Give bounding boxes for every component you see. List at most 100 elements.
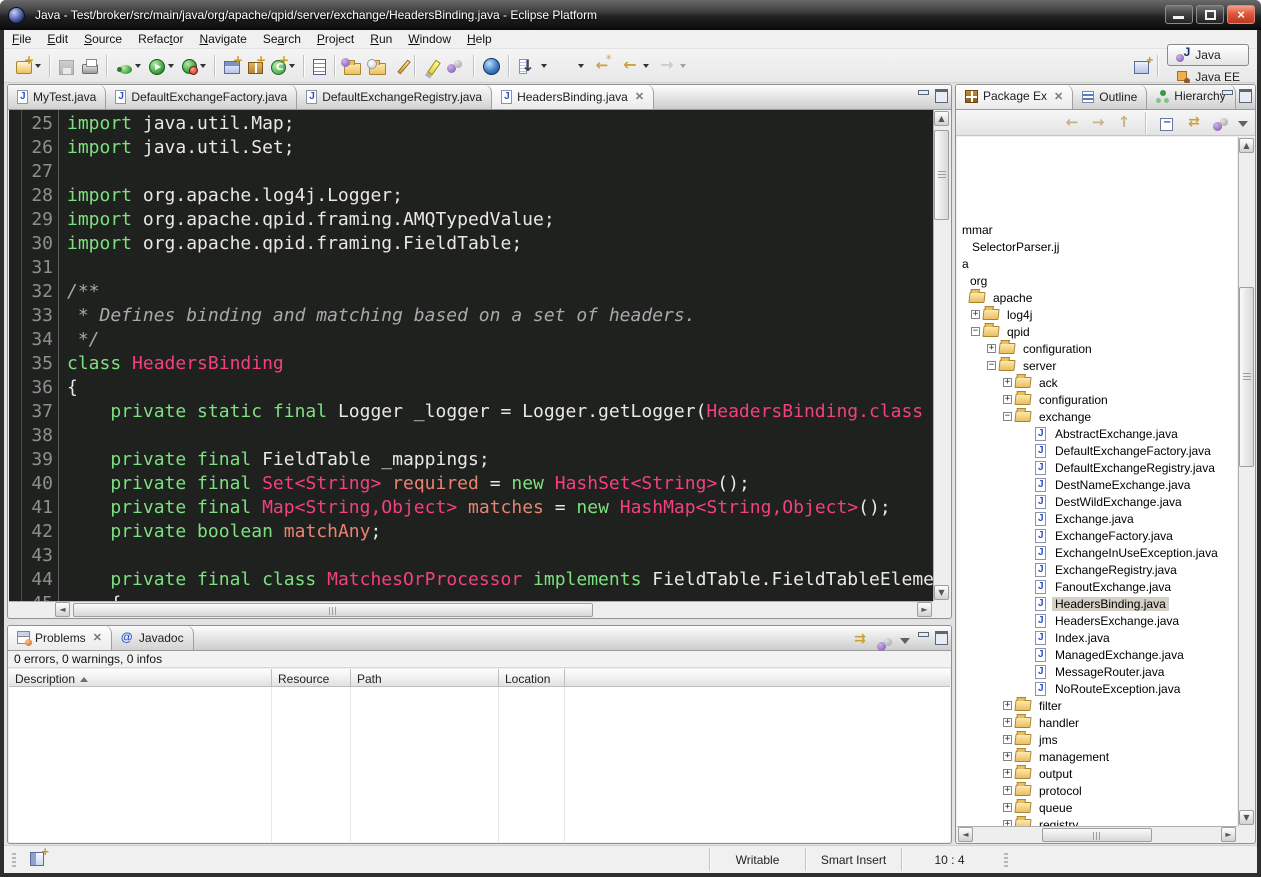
tree-expander-icon[interactable]: + — [1003, 803, 1012, 812]
menu-search[interactable]: Search — [255, 30, 309, 48]
forward-icon[interactable] — [1089, 114, 1107, 132]
close-tab-icon[interactable]: ✕ — [1052, 90, 1063, 103]
tree-item-destnameexchange-java[interactable]: DestNameExchange.java — [957, 476, 1237, 493]
tree-item-queue[interactable]: +queue — [957, 799, 1237, 816]
tree-expander-icon[interactable]: + — [1003, 718, 1012, 727]
last-edit-location-button[interactable] — [588, 53, 616, 79]
mark-occurrences-button[interactable] — [420, 53, 441, 79]
editor-tab-mytest-java[interactable]: MyTest.java — [8, 84, 106, 109]
tree-scroll-down-arrow[interactable]: ▼ — [1239, 810, 1254, 825]
run-dropdown-arrow[interactable] — [168, 64, 174, 68]
tree-item-filter[interactable]: +filter — [957, 697, 1237, 714]
editor-tab-defaultexchangefactory-java[interactable]: DefaultExchangeFactory.java — [106, 84, 297, 109]
tree-expander-icon[interactable]: + — [1003, 752, 1012, 761]
tree-item-selectorparser-jj[interactable]: SelectorParser.jj — [957, 238, 1237, 255]
tree-item-configuration[interactable]: +configuration — [957, 340, 1237, 357]
tree-item-norouteexception-java[interactable]: NoRouteException.java — [957, 680, 1237, 697]
menu-window[interactable]: Window — [400, 30, 459, 48]
new-java-class-dropdown-arrow[interactable] — [289, 64, 295, 68]
maximize-window-button[interactable] — [1196, 5, 1224, 24]
tree-item-ack[interactable]: +ack — [957, 374, 1237, 391]
menu-refactor[interactable]: Refactor — [130, 30, 191, 48]
tree-item-a[interactable]: a — [957, 255, 1237, 272]
tree-item-management[interactable]: +management — [957, 748, 1237, 765]
maximize-problems-icon[interactable] — [935, 631, 947, 642]
menu-help[interactable]: Help — [459, 30, 500, 48]
print-button[interactable] — [78, 53, 102, 79]
previous-annotation-button[interactable] — [551, 53, 588, 79]
tree-scroll-up-arrow[interactable]: ▲ — [1239, 138, 1254, 153]
package-explorer-tree[interactable]: mmarSelectorParser.jjaorgapache+log4j−qp… — [957, 137, 1237, 826]
tree-item-fanoutexchange-java[interactable]: FanoutExchange.java — [957, 578, 1237, 595]
forward-dropdown-arrow[interactable] — [680, 64, 686, 68]
tree-horizontal-scrollbar[interactable]: ◄ ► — [957, 826, 1237, 843]
forward-button[interactable] — [653, 53, 690, 79]
back-icon[interactable] — [1063, 114, 1081, 132]
close-tab-icon[interactable]: ✕ — [91, 631, 102, 644]
tree-expander-icon[interactable]: + — [987, 344, 996, 353]
tree-expander-icon[interactable]: + — [1003, 769, 1012, 778]
column-header-location[interactable]: Location — [499, 669, 565, 687]
vertical-scroll-thumb[interactable] — [934, 130, 949, 220]
open-type-button[interactable] — [340, 53, 365, 79]
code-text[interactable]: import java.util.Map;import java.util.Se… — [59, 110, 933, 601]
next-annotation-button[interactable] — [514, 53, 551, 79]
tree-expander-icon[interactable]: + — [1003, 395, 1012, 404]
tree-scroll-right-arrow[interactable]: ► — [1221, 827, 1236, 842]
menu-navigate[interactable]: Navigate — [191, 30, 254, 48]
view-tab-package-ex[interactable]: Package Ex✕ — [956, 84, 1073, 109]
editor-tab-headersbinding-java[interactable]: HeadersBinding.java✕ — [492, 84, 654, 109]
next-annotation-dropdown-arrow[interactable] — [541, 64, 547, 68]
close-tab-icon[interactable]: ✕ — [633, 90, 644, 103]
menu-source[interactable]: Source — [76, 30, 130, 48]
tree-item-exchangeinuseexception-java[interactable]: ExchangeInUseException.java — [957, 544, 1237, 561]
open-resource-button[interactable] — [365, 53, 390, 79]
external-tools-dropdown-arrow[interactable] — [200, 64, 206, 68]
tree-vertical-scroll-thumb[interactable] — [1239, 287, 1254, 467]
tree-expander-icon[interactable]: + — [971, 310, 980, 319]
tree-item-apache[interactable]: apache — [957, 289, 1237, 306]
problems-view-menu-icon[interactable] — [899, 631, 911, 649]
annotate-button[interactable] — [390, 53, 410, 79]
view-tab-javadoc[interactable]: Javadoc — [112, 625, 194, 650]
tree-item-abstractexchange-java[interactable]: AbstractExchange.java — [957, 425, 1237, 442]
tree-item-messagerouter-java[interactable]: MessageRouter.java — [957, 663, 1237, 680]
view-menu-icon[interactable] — [1237, 114, 1249, 132]
editor-horizontal-scrollbar[interactable]: ◄ ► — [9, 601, 933, 618]
fast-view-icon[interactable] — [30, 852, 44, 866]
menu-file[interactable]: File — [4, 30, 39, 48]
menu-project[interactable]: Project — [309, 30, 362, 48]
debug-button[interactable] — [112, 53, 145, 79]
external-tools-button[interactable] — [178, 53, 210, 79]
statusbar-grip[interactable] — [12, 853, 16, 867]
tree-item-index-java[interactable]: Index.java — [957, 629, 1237, 646]
back-dropdown-arrow[interactable] — [643, 64, 649, 68]
tree-item-output[interactable]: +output — [957, 765, 1237, 782]
tree-item-handler[interactable]: +handler — [957, 714, 1237, 731]
tree-expander-icon[interactable]: + — [1003, 735, 1012, 744]
new-wizard-button[interactable] — [12, 53, 45, 79]
save-button[interactable] — [55, 53, 78, 79]
collapse-all-icon[interactable] — [1159, 114, 1177, 132]
run-button[interactable] — [145, 53, 178, 79]
titlebar[interactable]: Java - Test/broker/src/main/java/org/apa… — [0, 0, 1261, 30]
close-window-button[interactable]: × — [1227, 5, 1255, 24]
view-tab-problems[interactable]: Problems✕ — [8, 625, 112, 650]
up-icon[interactable] — [1115, 114, 1133, 132]
filters-icon[interactable] — [1211, 116, 1229, 134]
view-tab-outline[interactable]: Outline — [1073, 84, 1147, 109]
tree-item-defaultexchangeregistry-java[interactable]: DefaultExchangeRegistry.java — [957, 459, 1237, 476]
column-header-description[interactable]: Description — [9, 669, 272, 687]
scroll-down-arrow[interactable]: ▼ — [934, 585, 949, 600]
tree-horizontal-scroll-thumb[interactable] — [1042, 828, 1152, 842]
tree-item-log4j[interactable]: +log4j — [957, 306, 1237, 323]
minimize-view-icon[interactable] — [1221, 89, 1233, 99]
back-button[interactable] — [616, 53, 653, 79]
previous-annotation-dropdown-arrow[interactable] — [578, 64, 584, 68]
tree-expander-icon[interactable]: + — [1003, 786, 1012, 795]
tree-item-mmar[interactable]: mmar — [957, 221, 1237, 238]
new-wizard-dropdown-arrow[interactable] — [35, 64, 41, 68]
scroll-up-arrow[interactable]: ▲ — [934, 111, 949, 126]
tree-item-headersexchange-java[interactable]: HeadersExchange.java — [957, 612, 1237, 629]
tree-item-exchange-java[interactable]: Exchange.java — [957, 510, 1237, 527]
